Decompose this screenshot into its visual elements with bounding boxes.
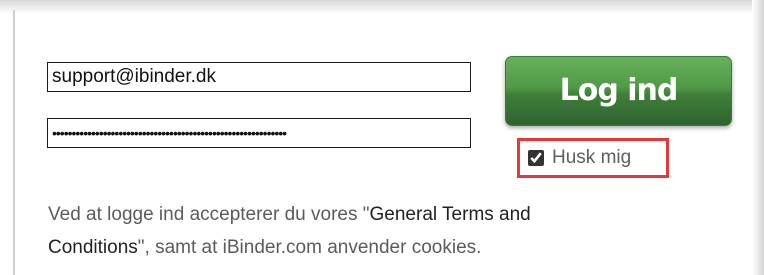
terms-link-part2: Conditions	[48, 237, 138, 258]
terms-prefix: Ved at logge ind accepterer du vores "	[48, 204, 370, 225]
remember-me-label: Husk mig	[552, 147, 632, 168]
window-right-shadow	[752, 0, 764, 275]
remember-me-checkbox[interactable]	[528, 150, 544, 166]
terms-notice: Ved at logge ind accepterer du vores "Ge…	[48, 198, 708, 264]
password-field[interactable]	[47, 118, 471, 148]
terms-link-part1: General Terms and	[369, 204, 531, 225]
terms-suffix: ", samt at iBinder.com anvender cookies.	[137, 237, 482, 258]
remember-me-option[interactable]: Husk mig	[517, 138, 669, 178]
email-field[interactable]	[47, 62, 471, 92]
login-button[interactable]: Log ind	[505, 56, 732, 126]
